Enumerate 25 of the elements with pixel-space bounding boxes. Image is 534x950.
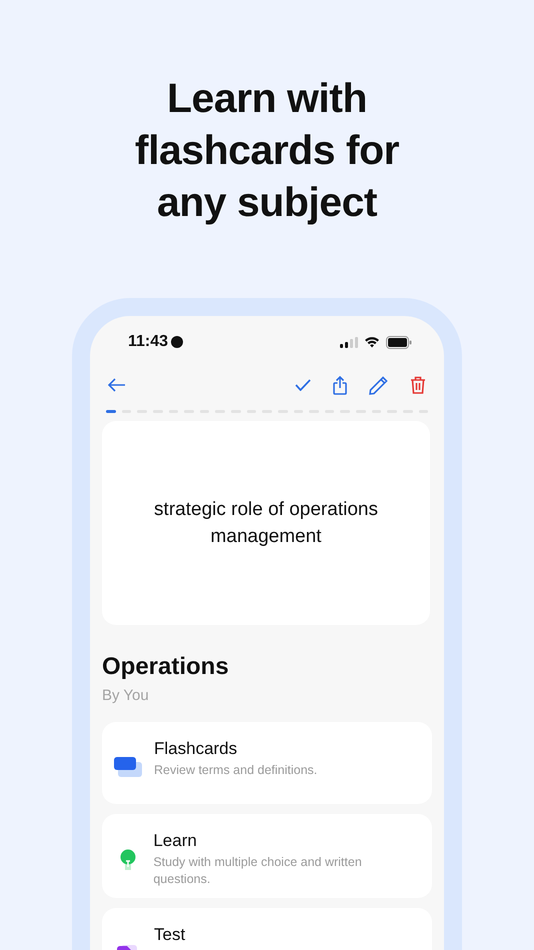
- study-mode-item[interactable]: Learn Study with multiple choice and written questions.: [102, 814, 432, 898]
- flashcard[interactable]: strategic role of operations management: [102, 421, 430, 625]
- study-mode-item[interactable]: Flashcards Review terms and definitions.: [102, 722, 432, 804]
- status-time: 11:43: [128, 333, 168, 351]
- battery-icon: [386, 336, 412, 348]
- trash-icon: [410, 376, 426, 394]
- check-icon: [295, 379, 311, 391]
- mode-description: Study with multiple choice and written questions.: [153, 854, 363, 888]
- headline: Learn with flashcards for any subject: [134, 74, 400, 227]
- signal-icon: [340, 336, 358, 348]
- mode-description: Review terms and definitions.: [154, 762, 318, 779]
- set-title: Operations: [102, 653, 230, 681]
- share-icon: [333, 376, 347, 394]
- flashcard-term: strategic role of operations management: [153, 498, 379, 549]
- recording-dot-icon: [171, 336, 184, 348]
- mode-title: Test: [154, 925, 186, 945]
- set-author: By You: [102, 687, 150, 704]
- cards-icon: [114, 756, 142, 776]
- study-mode-item[interactable]: Test: [102, 908, 432, 950]
- mode-title: Learn: [153, 831, 198, 851]
- wifi-icon: [364, 336, 380, 348]
- back-arrow-icon: [108, 378, 126, 392]
- pencil-icon: [369, 376, 388, 394]
- mode-title: Flashcards: [154, 739, 238, 759]
- lightbulb-icon: [120, 848, 136, 870]
